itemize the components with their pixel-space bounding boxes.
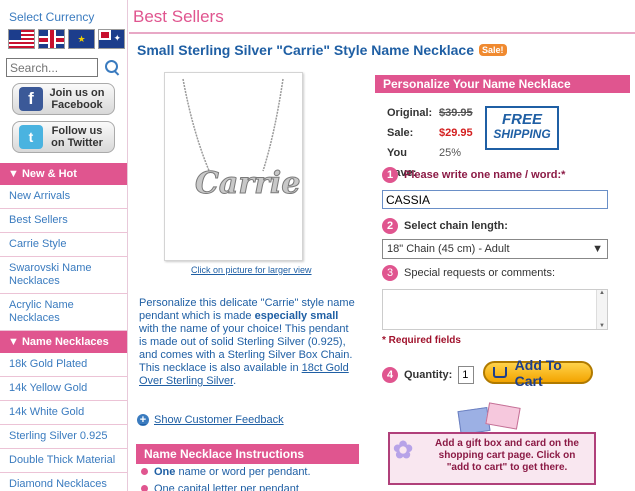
- gift-text: Add a gift box and card on the shopping …: [435, 438, 579, 473]
- us-flag-icon[interactable]: [8, 29, 35, 49]
- quantity-input[interactable]: [458, 366, 475, 384]
- instruction-bold: One: [154, 466, 176, 478]
- step-3-label: 3 Special requests or comments:: [382, 265, 555, 281]
- sidebar-item-acrylic[interactable]: Acrylic Name Necklaces: [0, 294, 127, 331]
- sidebar-item-14k-white-gold[interactable]: 14k White Gold: [0, 401, 127, 425]
- step-1-text: Please write one name / word:*: [404, 169, 566, 181]
- sale-label: Sale:: [387, 127, 414, 139]
- bullet-icon: [141, 485, 148, 491]
- cart-icon: [493, 367, 507, 378]
- currency-flags: ★: [8, 29, 127, 49]
- free-shipping-badge: FREE SHIPPING: [485, 106, 559, 150]
- search-bar: [6, 58, 127, 77]
- page-title: Best Sellers: [129, 0, 635, 34]
- sidebar-item-swarovski[interactable]: Swarovski Name Necklaces: [0, 257, 127, 294]
- au-flag-icon[interactable]: [98, 29, 125, 49]
- add-to-cart-label: Add To Cart: [514, 356, 562, 389]
- gift-box-banner: ✿ Add a gift box and card on the shoppin…: [388, 432, 596, 485]
- main-content: Best Sellers Small Sterling Silver "Carr…: [129, 0, 635, 491]
- sidebar-item-18k-gold-plated[interactable]: 18k Gold Plated: [0, 353, 127, 377]
- bullet-icon: [141, 468, 148, 475]
- gift-card-shape: [485, 402, 521, 430]
- page: Select Currency ★ f Join us on Facebook …: [0, 0, 635, 491]
- search-input[interactable]: [6, 58, 98, 77]
- eu-flag-icon[interactable]: ★: [68, 29, 95, 49]
- sale-badge: Sale!: [479, 44, 507, 56]
- twitter-label: Follow us on Twitter: [51, 125, 103, 149]
- necklace-name-text: Carrie: [195, 166, 300, 201]
- scroll-down-icon[interactable]: ▼: [597, 323, 607, 329]
- step-1-label: 1 Please write one name / word:*: [382, 167, 565, 183]
- original-price: $39.95: [439, 107, 473, 119]
- step-4-number: 4: [382, 367, 398, 383]
- step-2-text: Select chain length:: [404, 220, 508, 232]
- plus-icon: +: [137, 414, 149, 426]
- instruction-item: One name or word per pendant.: [141, 466, 311, 478]
- comments-scrollbar[interactable]: ▲ ▼: [596, 290, 607, 329]
- section-name-necklaces-header[interactable]: ▼ Name Necklaces: [0, 331, 127, 353]
- necklace-image: Carrie: [182, 78, 301, 202]
- chain-length-value: 18" Chain (45 cm) - Adult: [387, 243, 510, 255]
- chain-length-select[interactable]: 18" Chain (45 cm) - Adult ▼: [382, 239, 608, 259]
- desc-part-3: .: [233, 375, 237, 387]
- instruction-text: name or word per pendant.: [175, 466, 311, 478]
- sidebar: Select Currency ★ f Join us on Facebook …: [0, 0, 128, 491]
- step-4-label: 4 Quantity:: [382, 366, 475, 384]
- scroll-up-icon[interactable]: ▲: [597, 290, 607, 296]
- show-feedback-link[interactable]: + Show Customer Feedback: [137, 414, 284, 426]
- original-price-row: Original: $39.95: [387, 103, 473, 123]
- original-label: Original:: [387, 107, 433, 119]
- step-1-number: 1: [382, 167, 398, 183]
- product-image[interactable]: Carrie: [164, 72, 303, 261]
- step-3-number: 3: [382, 265, 398, 281]
- uk-flag-icon[interactable]: [38, 29, 65, 49]
- facebook-label: Join us on Facebook: [49, 87, 105, 111]
- required-fields-note: * Required fields: [382, 335, 461, 346]
- comments-textarea[interactable]: ▲ ▼: [382, 289, 608, 330]
- step-3-text: Special requests or comments:: [404, 267, 556, 279]
- sidebar-item-14k-yellow-gold[interactable]: 14k Yellow Gold: [0, 377, 127, 401]
- search-icon[interactable]: [105, 59, 121, 76]
- sidebar-item-carrie-style[interactable]: Carrie Style: [0, 233, 127, 257]
- step-2-number: 2: [382, 218, 398, 234]
- gift-box-icon: [457, 402, 521, 435]
- sidebar-item-best-sellers[interactable]: Best Sellers: [0, 209, 127, 233]
- product-title: Small Sterling Silver "Carrie" Style Nam…: [137, 42, 507, 58]
- section-new-hot-header[interactable]: ▼ New & Hot: [0, 163, 127, 185]
- currency-title: Select Currency: [9, 10, 95, 24]
- instruction-text: One capital letter per pendant: [154, 483, 299, 491]
- add-to-cart-button[interactable]: Add To Cart: [483, 357, 593, 389]
- sidebar-item-diamond[interactable]: Diamond Necklaces: [0, 473, 127, 491]
- instructions-header: Name Necklace Instructions: [136, 444, 359, 464]
- personalize-header: Personalize Your Name Necklace: [375, 75, 630, 93]
- sidebar-item-sterling-silver[interactable]: Sterling Silver 0.925: [0, 425, 127, 449]
- free-text: FREE: [501, 111, 542, 128]
- twitter-button[interactable]: t Follow us on Twitter: [12, 121, 115, 153]
- sidebar-item-new-arrivals[interactable]: New Arrivals: [0, 185, 127, 209]
- quantity-label: Quantity:: [404, 369, 453, 381]
- product-description: Personalize this delicate "Carrie" style…: [139, 297, 359, 388]
- image-caption-link[interactable]: Click on picture for larger view: [191, 265, 312, 275]
- instruction-item: One capital letter per pendant: [141, 483, 299, 491]
- desc-bold: especially small: [254, 310, 339, 322]
- chevron-down-icon: ▼: [592, 243, 603, 255]
- flower-icon: ✿: [393, 437, 414, 464]
- feedback-label: Show Customer Feedback: [154, 414, 284, 426]
- sale-price: $29.95: [439, 127, 473, 139]
- name-input[interactable]: [382, 190, 608, 209]
- sale-price-row: Sale: $29.95: [387, 123, 473, 143]
- facebook-icon: f: [19, 87, 43, 111]
- shipping-text: SHIPPING: [493, 127, 551, 141]
- step-2-label: 2 Select chain length:: [382, 218, 508, 234]
- twitter-icon: t: [19, 125, 43, 149]
- sidebar-item-double-thick[interactable]: Double Thick Material: [0, 449, 127, 473]
- facebook-button[interactable]: f Join us on Facebook: [12, 83, 115, 115]
- product-title-text: Small Sterling Silver "Carrie" Style Nam…: [137, 42, 474, 58]
